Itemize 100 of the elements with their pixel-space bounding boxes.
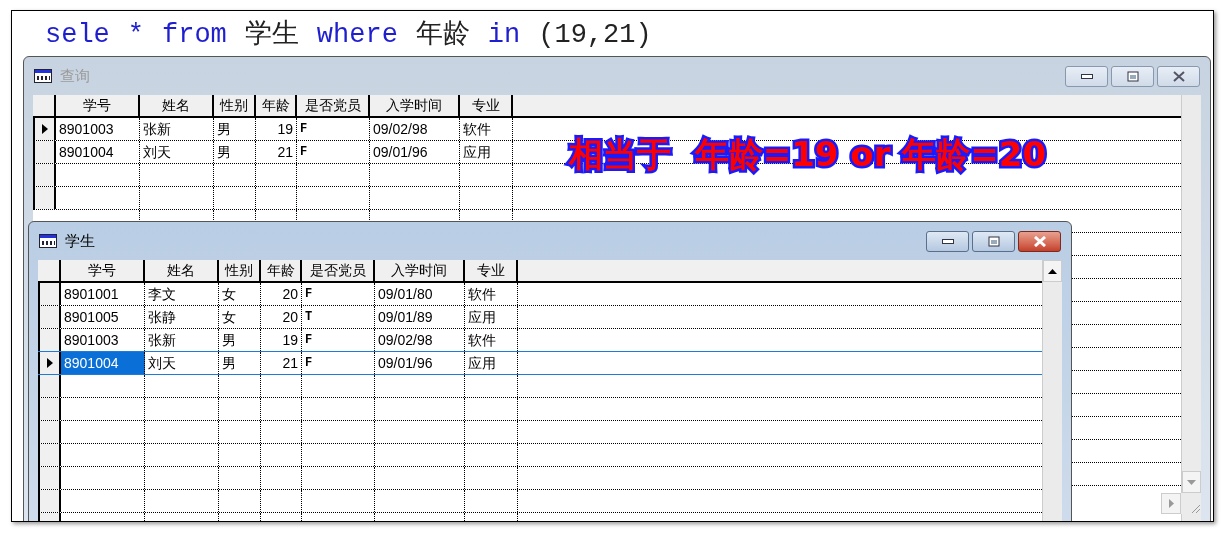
column-header[interactable]: 入学时间 xyxy=(375,260,465,281)
column-header[interactable]: 是否党员 xyxy=(297,95,370,116)
minimize-icon xyxy=(941,238,954,244)
row-selector[interactable] xyxy=(38,444,61,466)
column-header[interactable]: 学号 xyxy=(61,260,145,281)
table-icon xyxy=(39,234,57,248)
maximize-icon xyxy=(1126,70,1139,82)
column-header[interactable]: 专业 xyxy=(465,260,518,281)
table-cell-text: 20 xyxy=(282,284,298,304)
minimize-button[interactable] xyxy=(926,230,969,252)
sql-keyword: where xyxy=(316,19,398,52)
table-cell-text: 应用 xyxy=(463,142,491,162)
column-header[interactable]: 性别 xyxy=(214,95,256,116)
row-selector[interactable] xyxy=(38,398,61,420)
maximize-button[interactable] xyxy=(972,230,1015,252)
row-selector[interactable] xyxy=(38,421,61,443)
row-selector[interactable] xyxy=(38,306,61,328)
table-cell-text: T xyxy=(305,309,313,326)
row-selector[interactable] xyxy=(38,375,61,397)
row-selector[interactable] xyxy=(38,352,61,374)
table-cell-text: 09/01/96 xyxy=(373,142,428,162)
table-cell-text: 女 xyxy=(222,307,236,327)
minimize-icon xyxy=(1080,73,1093,79)
table-icon xyxy=(34,69,52,83)
table-cell-text: 男 xyxy=(222,353,236,373)
scroll-right-button[interactable] xyxy=(1161,493,1181,514)
annotation-text: 相当于 年龄=19 or 年龄=20 xyxy=(569,133,1047,176)
column-header[interactable]: 姓名 xyxy=(140,95,214,116)
column-header[interactable]: 学号 xyxy=(56,95,140,116)
table-cell-text: 男 xyxy=(217,142,231,162)
row-selector[interactable] xyxy=(38,467,61,489)
vertical-scrollbar[interactable] xyxy=(1042,260,1062,521)
table-cell-text: 女 xyxy=(222,284,236,304)
sql-keyword: sele xyxy=(45,19,110,52)
table-cell-text: 09/02/98 xyxy=(378,330,433,350)
row-selector[interactable] xyxy=(38,490,61,512)
down-arrow-icon xyxy=(1187,479,1196,485)
column-header[interactable]: 姓名 xyxy=(145,260,219,281)
table-cell-text: 21 xyxy=(282,353,298,373)
table-cell-text: F xyxy=(300,121,308,138)
table-cell-text: 8901004 xyxy=(59,142,114,162)
sql-text: 年龄 xyxy=(415,19,470,52)
table-cell-text: 8901005 xyxy=(64,307,119,327)
minimize-button[interactable] xyxy=(1065,65,1108,87)
column-header[interactable]: 是否党员 xyxy=(302,260,375,281)
row-selector[interactable] xyxy=(33,187,56,209)
table-cell-text: 应用 xyxy=(468,353,496,373)
row-selector[interactable] xyxy=(38,283,61,305)
table-cell-text: F xyxy=(300,144,308,161)
table-cell-text: 刘天 xyxy=(148,353,176,373)
table-cell-text: 应用 xyxy=(468,307,496,327)
sql-keyword: in xyxy=(487,19,521,52)
close-button[interactable] xyxy=(1157,65,1200,87)
table-cell-text: 软件 xyxy=(468,330,496,350)
sql-keyword: from xyxy=(162,19,227,52)
table-cell-text: 李文 xyxy=(148,284,176,304)
table-cell-text: 刘天 xyxy=(143,142,171,162)
table-cell-text: 19 xyxy=(282,330,298,350)
maximize-icon xyxy=(987,235,1000,247)
table-cell-text: 8901003 xyxy=(64,330,119,350)
table-cell-text: 张静 xyxy=(148,307,176,327)
row-selector[interactable] xyxy=(33,164,56,186)
close-icon xyxy=(1033,235,1046,247)
table-cell-text: F xyxy=(305,286,313,303)
sql-keyword: * xyxy=(127,19,144,52)
table-cell-text: 软件 xyxy=(468,284,496,304)
window-title: 学生 xyxy=(65,230,95,251)
table-cell-text: 8901001 xyxy=(64,284,119,304)
grip-icon xyxy=(1189,502,1201,514)
column-header[interactable]: 年龄 xyxy=(256,95,297,116)
table-cell-text: 男 xyxy=(217,119,231,139)
close-button[interactable] xyxy=(1018,230,1061,252)
table-cell-text: 09/02/98 xyxy=(373,119,428,139)
row-selector[interactable] xyxy=(33,118,56,140)
close-icon xyxy=(1172,70,1185,82)
table-cell-text: 20 xyxy=(282,307,298,327)
table-cell-text: 09/01/89 xyxy=(378,307,433,327)
table-cell-text: 8901003 xyxy=(59,119,114,139)
scroll-down-button[interactable] xyxy=(1182,471,1201,493)
sql-text: (19,21) xyxy=(538,19,652,52)
table-cell-text: 男 xyxy=(222,330,236,350)
scroll-up-button[interactable] xyxy=(1043,260,1062,282)
sql-text: 学生 xyxy=(244,18,299,52)
resize-grip[interactable] xyxy=(1181,493,1201,514)
column-header[interactable]: 入学时间 xyxy=(370,95,460,116)
table-cell-text: F xyxy=(305,332,313,349)
right-arrow-icon xyxy=(1168,499,1174,508)
vertical-scrollbar[interactable] xyxy=(1181,95,1201,521)
table-cell-text: 软件 xyxy=(463,119,491,139)
window-title: 查询 xyxy=(60,65,90,86)
table-cell-text: F xyxy=(305,355,313,372)
table-cell-text: 8901004 xyxy=(64,353,119,373)
column-header[interactable]: 性别 xyxy=(219,260,261,281)
row-selector[interactable] xyxy=(38,329,61,351)
table-cell-text: 张新 xyxy=(148,330,176,350)
up-arrow-icon xyxy=(1048,268,1057,274)
row-selector[interactable] xyxy=(33,141,56,163)
column-header[interactable]: 年龄 xyxy=(261,260,302,281)
column-header[interactable]: 专业 xyxy=(460,95,513,116)
table-cell-text: 张新 xyxy=(143,119,171,139)
